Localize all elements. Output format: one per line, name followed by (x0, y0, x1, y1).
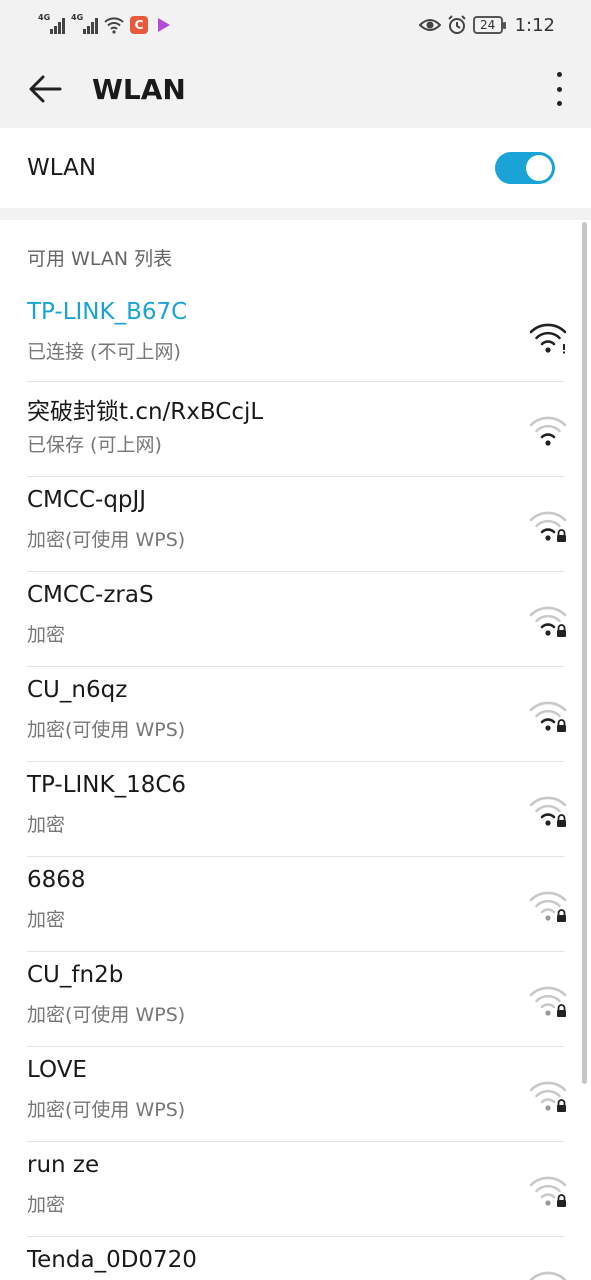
network-status: 已保存 (可上网) (27, 434, 162, 456)
network-ssid: Tenda_0D0720 (27, 1247, 197, 1273)
wifi-lock-icon (528, 602, 568, 638)
network-list: TP-LINK_B67C 已连接 (不可上网) 突破封锁t.cn/RxBCcjL 已保… (0, 295, 591, 1280)
network-status: 加密(可使用 WPS) (27, 719, 186, 741)
video-icon (158, 18, 170, 32)
wifi-lock-icon (528, 507, 568, 543)
network-status: 加密 (27, 624, 66, 646)
wifi-network-item[interactable]: CMCC-zraS 加密 (27, 571, 567, 666)
network-status: 加密 (27, 814, 66, 836)
wifi-signal-icon (528, 319, 568, 355)
wifi-lock-icon (528, 792, 568, 828)
wifi-lock-icon (528, 697, 568, 733)
signal-icon: 4G (71, 13, 98, 34)
wifi-network-item[interactable]: TP-LINK_B67C 已连接 (不可上网) (27, 295, 567, 381)
status-bar-left: 4G 4G C (38, 13, 170, 34)
wifi-network-item[interactable]: CU_fn2b 加密(可使用 WPS) (27, 951, 567, 1046)
network-status: 已连接 (不可上网) (27, 341, 181, 363)
wifi-network-item[interactable]: run ze 加密 (27, 1141, 567, 1236)
wifi-lock-icon (528, 1172, 568, 1208)
signal-icon: 4G (38, 13, 65, 34)
network-status: 加密 (27, 1194, 66, 1216)
wifi-network-item[interactable]: LOVE 加密(可使用 WPS) (27, 1046, 567, 1141)
eye-icon (418, 19, 441, 31)
wifi-lock-icon (528, 1077, 568, 1113)
wifi-lock-icon (528, 887, 568, 923)
network-ssid: CMCC-qpJJ (27, 487, 147, 513)
wifi-network-item[interactable]: TP-LINK_18C6 加密 (27, 761, 567, 856)
back-button[interactable] (28, 72, 62, 106)
more-vert-icon (556, 72, 562, 77)
available-networks-list: 可用 WLAN 列表 TP-LINK_B67C 已连接 (不可上网) 突破封锁t.c… (0, 220, 591, 1280)
network-status: 加密 (27, 909, 66, 931)
wifi-network-item[interactable]: CU_n6qz 加密(可使用 WPS) (27, 666, 567, 761)
wifi-network-item[interactable]: Tenda_0D0720 (27, 1236, 567, 1280)
scrollbar[interactable] (582, 222, 587, 1084)
network-ssid: 6868 (27, 867, 86, 893)
section-header: 可用 WLAN 列表 (27, 248, 173, 270)
network-ssid: TP-LINK_18C6 (27, 772, 187, 798)
wifi-icon (104, 17, 124, 34)
more-options-button[interactable] (551, 72, 567, 106)
network-ssid: CMCC-zraS (27, 582, 154, 608)
status-bar-right: 24 1:12 (418, 14, 555, 36)
app-bar: WLAN (0, 50, 591, 128)
switch-knob (526, 155, 552, 181)
wlan-toggle-label: WLAN (27, 155, 97, 181)
network-ssid: run ze (27, 1152, 100, 1178)
wlan-switch[interactable] (495, 152, 555, 184)
wlan-settings-screen: 4G 4G C 24 1:12 WLAN WLAN 可用 WLAN 列表 TP-… (0, 0, 591, 1280)
network-status: 加密(可使用 WPS) (27, 1004, 186, 1026)
alarm-icon (447, 15, 466, 34)
wifi-network-item[interactable]: 6868 加密 (27, 856, 567, 951)
wifi-lock-icon (528, 1267, 568, 1280)
status-time: 1:12 (514, 14, 555, 36)
wlan-toggle-row[interactable]: WLAN (0, 128, 591, 208)
network-type: 4G (38, 13, 51, 22)
wifi-network-item[interactable]: CMCC-qpJJ 加密(可使用 WPS) (27, 476, 567, 571)
arrow-left-icon (29, 75, 62, 103)
network-ssid: CU_n6qz (27, 677, 128, 703)
network-ssid: TP-LINK_B67C (27, 299, 188, 325)
network-ssid: 突破封锁t.cn/RxBCcjL (27, 399, 264, 425)
battery-icon: 24 (472, 16, 506, 34)
network-status: 加密(可使用 WPS) (27, 1099, 186, 1121)
network-status: 加密(可使用 WPS) (27, 529, 186, 551)
status-bar: 4G 4G C 24 1:12 (0, 0, 591, 50)
network-ssid: LOVE (27, 1057, 87, 1083)
wifi-lock-icon (528, 982, 568, 1018)
wifi-signal-icon (528, 412, 568, 448)
wifi-network-item[interactable]: 突破封锁t.cn/RxBCcjL 已保存 (可上网) (27, 381, 567, 476)
network-type: 4G (71, 13, 84, 22)
network-ssid: CU_fn2b (27, 962, 124, 988)
page-title: WLAN (92, 72, 186, 106)
app-icon: C (130, 16, 148, 34)
